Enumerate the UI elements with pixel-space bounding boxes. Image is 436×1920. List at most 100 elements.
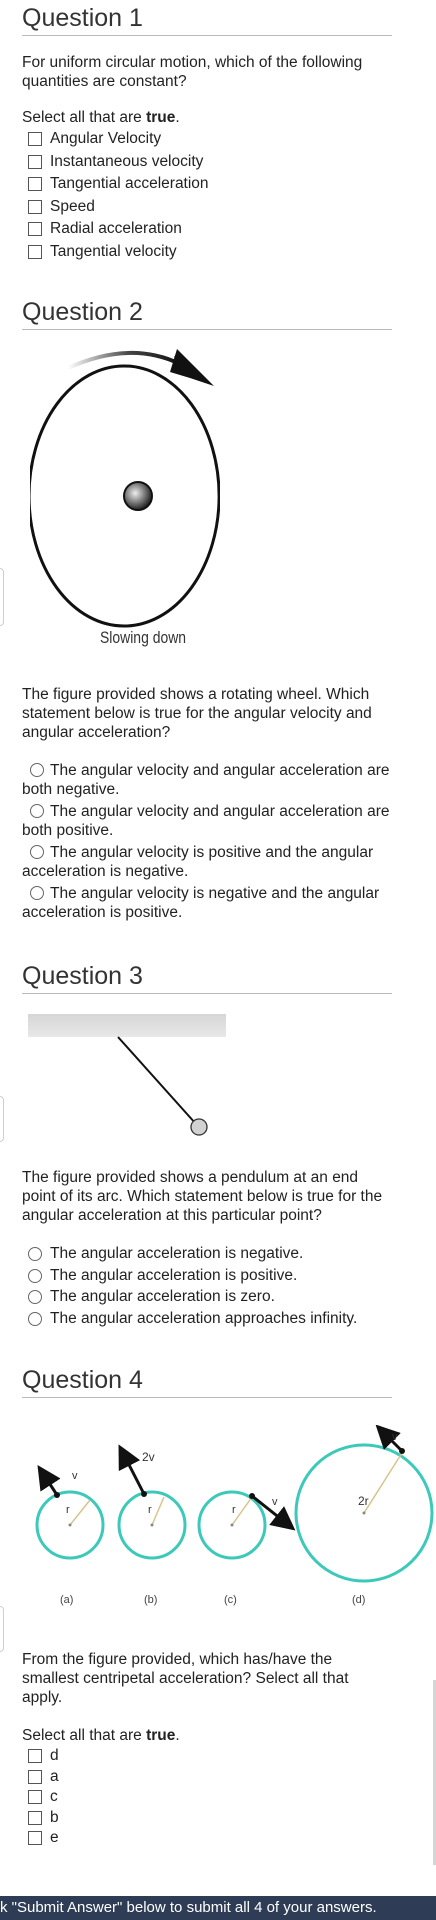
question-4-option[interactable]: b <box>28 1808 59 1828</box>
option-label: a <box>50 1767 59 1785</box>
question-2-title: Question 2 <box>22 298 143 326</box>
radio-button[interactable] <box>28 1247 42 1261</box>
question-4-title: Question 4 <box>22 1366 143 1394</box>
velocity-label-d: v <box>392 1431 398 1443</box>
option-label: The angular acceleration is negative. <box>50 1245 304 1262</box>
question-3-option[interactable]: The angular acceleration is positive. <box>28 1266 297 1286</box>
question-1-option[interactable]: Tangential acceleration <box>28 174 209 194</box>
rotating-wheel-figure <box>30 349 220 628</box>
question-2-option[interactable]: The angular velocity and angular acceler… <box>22 761 394 799</box>
checkbox[interactable] <box>28 132 42 146</box>
question-1-prompt: For uniform circular motion, which of th… <box>22 54 363 90</box>
question-1-option[interactable]: Angular Velocity <box>28 129 161 149</box>
question-3-option[interactable]: The angular acceleration is negative. <box>28 1244 303 1264</box>
velocity-label-a: v <box>72 1470 78 1482</box>
option-label: d <box>50 1747 59 1764</box>
question-3-prompt: The figure provided shows a pendulum at … <box>22 1169 383 1224</box>
option-label: The angular acceleration approaches infi… <box>50 1309 358 1327</box>
instruction-bold: true <box>146 1727 176 1744</box>
question-4-option[interactable]: d <box>28 1746 59 1766</box>
radio-button[interactable] <box>30 763 44 777</box>
question-1-divider <box>22 35 392 36</box>
question-1-option[interactable]: Tangential velocity <box>28 242 177 262</box>
question-3-option[interactable]: The angular acceleration is zero. <box>28 1287 275 1307</box>
side-panel-tab[interactable] <box>0 568 4 626</box>
radius-label-d: 2r <box>358 1494 369 1508</box>
label-d: (d) <box>352 1594 365 1606</box>
wheel-caption: Slowing down <box>100 628 187 647</box>
pendulum-support <box>28 1014 226 1037</box>
instruction-prefix: Select all that are <box>22 109 147 126</box>
circular-motion-figure: r v (a) r 2v (b) r v (c) 2r v (d) <box>35 1425 434 1606</box>
radio-button[interactable] <box>30 886 44 900</box>
option-label: Speed <box>50 197 95 215</box>
question-2-prompt: The figure provided shows a rotating whe… <box>22 686 372 741</box>
radius-label-b: r <box>148 1504 152 1516</box>
question-2-option[interactable]: The angular velocity is negative and the… <box>22 884 394 922</box>
pendulum-string <box>117 1036 197 1125</box>
question-4-option[interactable]: a <box>28 1767 59 1787</box>
radius-b <box>151 1496 165 1526</box>
instruction-suffix: . <box>175 109 180 126</box>
option-label: The angular velocity and angular acceler… <box>22 803 390 839</box>
question-4-option[interactable]: c <box>28 1787 58 1807</box>
question-1-option[interactable]: Speed <box>28 197 95 217</box>
question-4-prompt: From the figure provided, which has/have… <box>22 1651 349 1706</box>
question-3-divider <box>22 993 392 994</box>
radio-button[interactable] <box>28 1290 42 1304</box>
option-label: c <box>50 1788 58 1805</box>
question-2-divider <box>22 329 392 330</box>
option-label: Angular Velocity <box>50 130 162 147</box>
figure-b: r 2v (b) <box>117 1444 187 1606</box>
checkbox[interactable] <box>28 199 42 214</box>
checkbox[interactable] <box>28 1831 42 1845</box>
side-panel-tab[interactable] <box>0 1606 4 1652</box>
side-panel-tab[interactable] <box>0 1096 4 1142</box>
radio-button[interactable] <box>28 1311 42 1326</box>
option-label: The angular velocity is positive and the… <box>22 844 374 880</box>
question-4-option[interactable]: e <box>28 1828 59 1848</box>
figure-d: 2r v (d) <box>294 1425 434 1606</box>
option-label: The angular acceleration is positive. <box>50 1266 298 1284</box>
question-4-instruction: Select all that are true. <box>22 1727 180 1745</box>
velocity-label-b: 2v <box>142 1450 155 1464</box>
question-1-option[interactable]: Radial acceleration <box>28 219 182 239</box>
option-label: The angular velocity and angular acceler… <box>22 762 390 798</box>
pendulum-figure <box>28 1014 226 1136</box>
question-3-option[interactable]: The angular acceleration approaches infi… <box>28 1309 357 1329</box>
label-b: (b) <box>144 1594 157 1606</box>
option-label: b <box>50 1808 59 1826</box>
question-1-instruction: Select all that are true. <box>22 109 180 127</box>
radio-button[interactable] <box>30 804 44 818</box>
velocity-arrow-a <box>37 1464 61 1496</box>
checkbox[interactable] <box>28 154 42 169</box>
question-2-option[interactable]: The angular velocity is positive and the… <box>22 843 394 881</box>
label-a: (a) <box>60 1594 73 1606</box>
option-label: e <box>50 1829 59 1846</box>
radius-d <box>363 1452 403 1514</box>
question-1-title: Question 1 <box>22 4 143 32</box>
option-label: The angular velocity is negative and the… <box>22 885 380 921</box>
instruction-suffix: . <box>175 1727 180 1744</box>
figure-c: r v (c) <box>197 1490 296 1606</box>
instruction-bold: true <box>146 109 176 126</box>
question-2-option[interactable]: The angular velocity and angular acceler… <box>22 802 394 840</box>
radius-a <box>69 1499 91 1526</box>
instruction-prefix: Select all that are <box>22 1727 147 1744</box>
checkbox[interactable] <box>28 222 42 236</box>
checkbox[interactable] <box>28 1810 42 1825</box>
option-label: Tangential velocity <box>50 242 177 260</box>
radius-label-c: r <box>232 1504 236 1516</box>
checkbox[interactable] <box>28 177 42 191</box>
velocity-arrow-b <box>118 1444 146 1495</box>
checkbox[interactable] <box>28 1769 42 1784</box>
checkbox[interactable] <box>28 1790 42 1804</box>
velocity-label-c: v <box>272 1496 278 1508</box>
checkbox[interactable] <box>28 244 42 259</box>
velocity-arrow-c <box>251 1494 296 1531</box>
checkbox[interactable] <box>28 1749 42 1763</box>
question-1-option[interactable]: Instantaneous velocity <box>28 152 203 172</box>
radio-button[interactable] <box>28 1268 42 1283</box>
radius-label-a: r <box>66 1504 70 1516</box>
radio-button[interactable] <box>30 845 44 859</box>
